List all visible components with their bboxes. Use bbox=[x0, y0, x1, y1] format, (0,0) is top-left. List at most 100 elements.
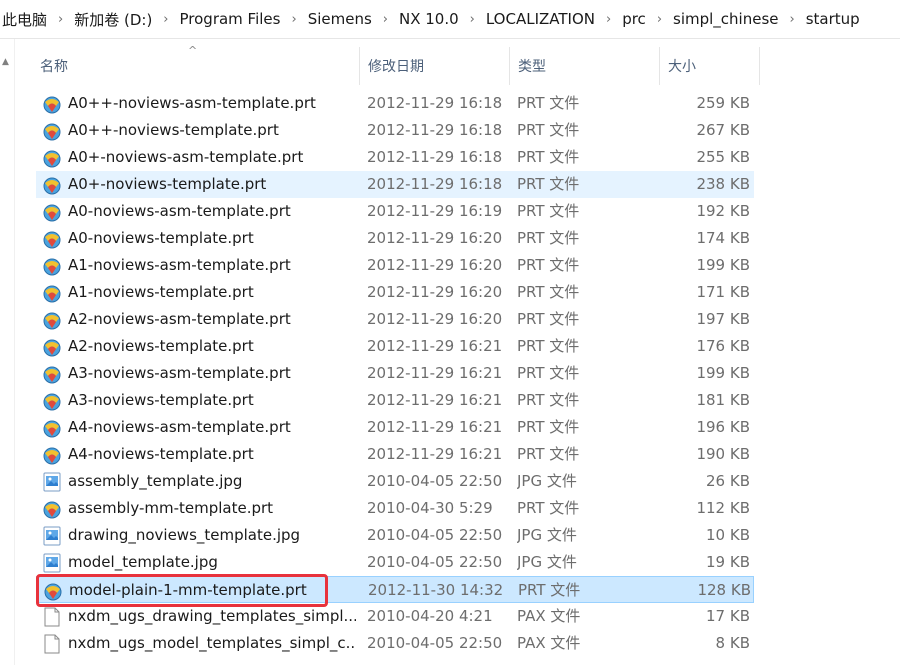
file-type: PRT 文件 bbox=[517, 499, 580, 517]
nx-prt-icon bbox=[42, 495, 62, 522]
file-size: 196 KB bbox=[696, 418, 750, 436]
file-date: 2010-04-05 22:50 bbox=[367, 634, 503, 652]
file-row[interactable]: A4-noviews-asm-template.prt 2012-11-29 16… bbox=[36, 414, 754, 441]
file-row[interactable]: nxdm_ugs_drawing_templates_simpl... 2010-… bbox=[36, 603, 754, 630]
breadcrumb-separator-icon[interactable]: › bbox=[466, 12, 479, 27]
nx-prt-icon bbox=[42, 225, 62, 252]
file-row[interactable]: A0-noviews-template.prt 2012-11-29 16:20 P… bbox=[36, 225, 754, 252]
file-type: PRT 文件 bbox=[517, 202, 580, 220]
breadcrumb-separator-icon[interactable]: › bbox=[602, 12, 615, 27]
file-date: 2010-04-05 22:50 bbox=[367, 553, 503, 571]
file-size: 17 KB bbox=[706, 607, 750, 625]
breadcrumb-item[interactable]: LOCALIZATION bbox=[479, 10, 602, 28]
file-type: JPG 文件 bbox=[517, 526, 577, 544]
file-row[interactable]: A0-noviews-asm-template.prt 2012-11-29 16… bbox=[36, 198, 754, 225]
file-size: 128 KB bbox=[697, 581, 751, 599]
navigation-pane[interactable]: ▲ bbox=[0, 39, 15, 665]
nx-prt-icon bbox=[43, 577, 63, 604]
file-row[interactable]: nxdm_ugs_model_templates_simpl_c... 2010-… bbox=[36, 630, 754, 657]
file-name: A0++-noviews-template.prt bbox=[68, 121, 279, 139]
file-date: 2012-11-29 16:18 bbox=[367, 121, 503, 139]
nx-prt-icon bbox=[42, 144, 62, 171]
file-size: 112 KB bbox=[696, 499, 750, 517]
file-row[interactable]: assembly-mm-template.prt 2010-04-30 5:29 P… bbox=[36, 495, 754, 522]
breadcrumb-item[interactable]: simpl_chinese bbox=[666, 10, 785, 28]
breadcrumb-separator-icon[interactable]: › bbox=[287, 12, 300, 27]
column-header-date-label: 修改日期 bbox=[368, 59, 424, 75]
file-date: 2010-04-05 22:50 bbox=[367, 526, 503, 544]
file-row[interactable]: A0+-noviews-template.prt 2012-11-29 16:18… bbox=[36, 171, 754, 198]
breadcrumb-item[interactable]: NX 10.0 bbox=[392, 10, 466, 28]
file-size: 190 KB bbox=[696, 445, 750, 463]
file-date: 2012-11-29 16:21 bbox=[367, 337, 503, 355]
breadcrumb-separator-icon[interactable]: › bbox=[379, 12, 392, 27]
breadcrumb-item[interactable]: 此电脑 bbox=[0, 9, 54, 30]
file-name: A0-noviews-asm-template.prt bbox=[68, 202, 291, 220]
breadcrumb-item[interactable]: Siemens bbox=[301, 10, 379, 28]
column-header-name-label: 名称 bbox=[40, 59, 68, 75]
sort-ascending-icon: ^ bbox=[188, 44, 198, 57]
scroll-up-arrow-icon[interactable]: ▲ bbox=[2, 57, 9, 67]
file-date: 2012-11-29 16:18 bbox=[367, 94, 503, 112]
nx-prt-icon bbox=[42, 306, 62, 333]
file-row[interactable]: A4-noviews-template.prt 2012-11-29 16:21 P… bbox=[36, 441, 754, 468]
column-header-type-label: 类型 bbox=[518, 59, 546, 75]
nx-prt-icon bbox=[42, 360, 62, 387]
breadcrumb-separator-icon[interactable]: › bbox=[54, 12, 67, 27]
file-row[interactable]: A3-noviews-template.prt 2012-11-29 16:21 P… bbox=[36, 387, 754, 414]
blank-file-icon bbox=[42, 630, 62, 657]
file-name: A4-noviews-asm-template.prt bbox=[68, 418, 291, 436]
column-header-type[interactable]: 类型 bbox=[510, 47, 660, 85]
breadcrumb-item[interactable]: prc bbox=[615, 10, 653, 28]
image-file-icon bbox=[42, 468, 62, 495]
breadcrumb-separator-icon[interactable]: › bbox=[786, 12, 799, 27]
image-file-icon bbox=[42, 522, 62, 549]
breadcrumb-item[interactable]: Program Files bbox=[173, 10, 288, 28]
nx-prt-icon bbox=[42, 198, 62, 225]
file-date: 2010-04-05 22:50 bbox=[367, 472, 503, 490]
nx-prt-icon bbox=[42, 441, 62, 468]
file-row[interactable]: assembly_template.jpg 2010-04-05 22:50 JPG… bbox=[36, 468, 754, 495]
breadcrumb-item[interactable]: 新加卷 (D:) bbox=[67, 9, 159, 30]
file-date: 2012-11-30 14:32 bbox=[368, 581, 504, 599]
file-name: model-plain-1-mm-template.prt bbox=[69, 581, 307, 599]
nx-prt-icon bbox=[42, 333, 62, 360]
file-date: 2012-11-29 16:18 bbox=[367, 175, 503, 193]
file-name: assembly-mm-template.prt bbox=[68, 499, 274, 517]
column-header-size[interactable]: 大小 bbox=[660, 47, 760, 85]
file-row[interactable]: A2-noviews-asm-template.prt 2012-11-29 16… bbox=[36, 306, 754, 333]
file-row[interactable]: drawing_noviews_template.jpg 2010-04-05 2… bbox=[36, 522, 754, 549]
file-row[interactable]: A1-noviews-asm-template.prt 2012-11-29 16… bbox=[36, 252, 754, 279]
file-type: PRT 文件 bbox=[517, 256, 580, 274]
file-type: JPG 文件 bbox=[517, 472, 577, 490]
file-size: 197 KB bbox=[696, 310, 750, 328]
file-type: PRT 文件 bbox=[517, 121, 580, 139]
file-row[interactable]: A3-noviews-asm-template.prt 2012-11-29 16… bbox=[36, 360, 754, 387]
file-name: A0+-noviews-asm-template.prt bbox=[68, 148, 304, 166]
file-row[interactable]: A0+-noviews-asm-template.prt 2012-11-29 1… bbox=[36, 144, 754, 171]
breadcrumb[interactable]: 此电脑 › 新加卷 (D:) › Program Files › Siemens › NX 10… bbox=[0, 0, 900, 39]
file-row[interactable]: A0++-noviews-template.prt 2012-11-29 16:1… bbox=[36, 117, 754, 144]
file-row[interactable]: A0++-noviews-asm-template.prt 2012-11-29 … bbox=[36, 90, 754, 117]
breadcrumb-separator-icon[interactable]: › bbox=[159, 12, 172, 27]
file-size: 267 KB bbox=[696, 121, 750, 139]
file-row[interactable]: model-plain-1-mm-template.prt 2012-11-30 … bbox=[36, 576, 754, 603]
file-row[interactable]: A1-noviews-template.prt 2012-11-29 16:20 P… bbox=[36, 279, 754, 306]
breadcrumb-separator-icon[interactable]: › bbox=[653, 12, 666, 27]
file-date: 2012-11-29 16:21 bbox=[367, 445, 503, 463]
file-name: nxdm_ugs_model_templates_simpl_c... bbox=[68, 634, 356, 652]
breadcrumb-item[interactable]: startup bbox=[799, 10, 867, 28]
file-row[interactable]: A2-noviews-template.prt 2012-11-29 16:21 P… bbox=[36, 333, 754, 360]
nx-prt-icon bbox=[42, 90, 62, 117]
blank-file-icon bbox=[42, 603, 62, 630]
file-name: A0+-noviews-template.prt bbox=[68, 175, 267, 193]
file-type: PRT 文件 bbox=[517, 148, 580, 166]
file-row[interactable]: model_template.jpg 2010-04-05 22:50 JPG 文件… bbox=[36, 549, 754, 576]
file-date: 2012-11-29 16:20 bbox=[367, 283, 503, 301]
file-size: 26 KB bbox=[706, 472, 750, 490]
file-size: 10 KB bbox=[706, 526, 750, 544]
nx-prt-icon bbox=[42, 279, 62, 306]
file-name: nxdm_ugs_drawing_templates_simpl... bbox=[68, 607, 356, 625]
file-name: A4-noviews-template.prt bbox=[68, 445, 254, 463]
column-header-date[interactable]: 修改日期 bbox=[360, 47, 510, 85]
